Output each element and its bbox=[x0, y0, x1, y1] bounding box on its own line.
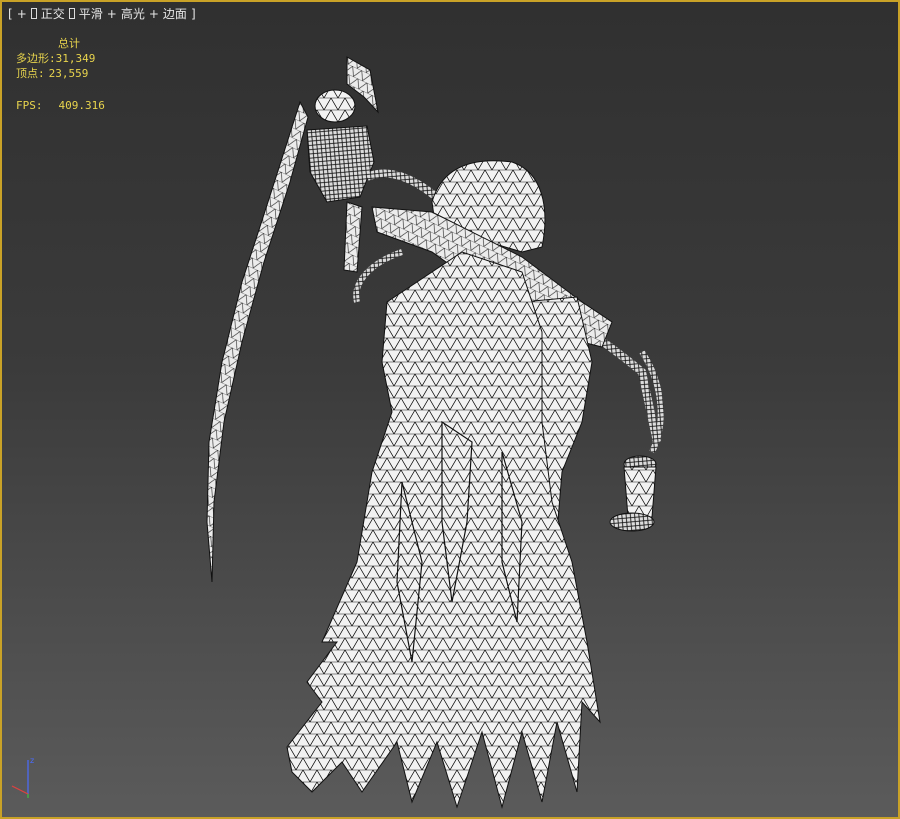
scythe-shaft bbox=[343, 201, 363, 273]
perspective-viewport[interactable]: [ + 正交 平滑 + 高光 + 边面 ] 总计 多边形: 31,349 顶点:… bbox=[0, 0, 900, 819]
lantern-body bbox=[623, 466, 657, 518]
scythe-wrap bbox=[306, 125, 375, 203]
axis-z-label: z bbox=[30, 756, 34, 765]
scythe-head bbox=[314, 89, 356, 123]
axis-gizmo: z bbox=[11, 756, 34, 798]
lantern-base bbox=[609, 512, 655, 532]
scythe-blade bbox=[206, 100, 309, 583]
grim-reaper-wireframe-model[interactable] bbox=[2, 2, 898, 817]
